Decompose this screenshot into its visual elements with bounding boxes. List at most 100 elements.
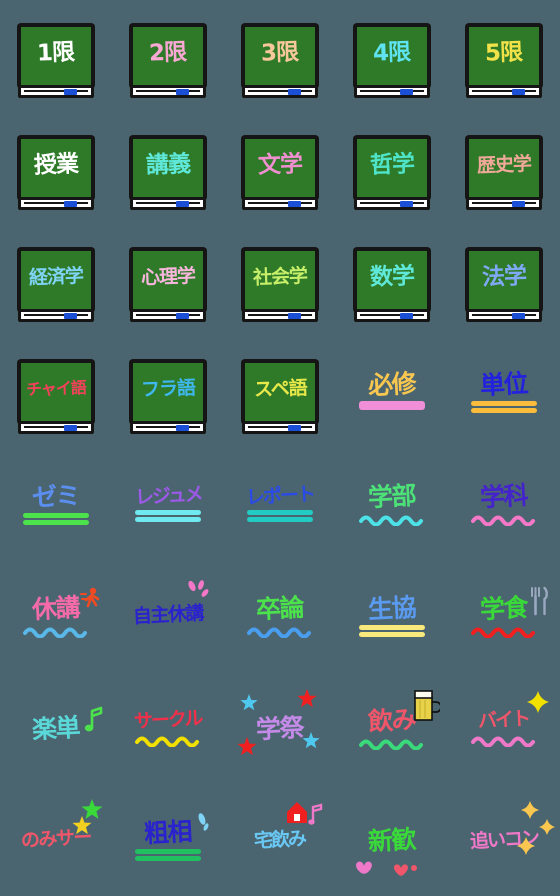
sticker-farewell-party[interactable]: 追いコン xyxy=(448,784,560,896)
chalk-tray xyxy=(18,309,94,322)
text-sticker: 休講 xyxy=(12,572,100,660)
chalk-text: 哲学 xyxy=(369,150,415,179)
eraser-icon xyxy=(512,312,525,319)
sticker-sociology[interactable]: 社会学 xyxy=(224,224,336,336)
sticker-text: 卒論 xyxy=(255,592,305,624)
chalk-tray xyxy=(18,197,94,210)
text-sticker: 自主休講 xyxy=(124,572,212,660)
sticker-inner: 生協 xyxy=(348,572,436,660)
sticker-text: 自主休講 xyxy=(132,602,204,628)
sticker-class-cancelled[interactable]: 休講 xyxy=(0,560,112,672)
sticker-french-language[interactable]: フラ語 xyxy=(112,336,224,448)
sticker-inner: のみサー xyxy=(12,796,103,884)
sticker-required-course[interactable]: 必修 xyxy=(336,336,448,448)
chalkboard: 心理学 xyxy=(130,248,206,322)
sticker-text: 必修 xyxy=(367,368,417,400)
sticker-chinese-language[interactable]: チャイ語 xyxy=(0,336,112,448)
text-sticker: 宅飲み xyxy=(236,796,324,884)
chalk-tray xyxy=(18,85,94,98)
sticker-literature[interactable]: 文学 xyxy=(224,112,336,224)
sticker-text: 新歓 xyxy=(367,824,417,856)
sticker-co-op[interactable]: 生協 xyxy=(336,560,448,672)
sticker-welcome-party[interactable]: 新歓 xyxy=(336,784,448,896)
eraser-icon xyxy=(400,312,413,319)
sticker-club[interactable]: サークル xyxy=(112,672,224,784)
sticker-psychology[interactable]: 心理学 xyxy=(112,224,224,336)
eraser-icon xyxy=(64,424,77,431)
chalkboard: 文学 xyxy=(242,136,318,210)
sticker-blunder[interactable]: 粗相 xyxy=(112,784,224,896)
sticker-text: 飲み xyxy=(367,704,417,736)
sticker-part-time-job[interactable]: バイト xyxy=(448,672,560,784)
sticker-report[interactable]: レポート xyxy=(224,448,336,560)
eraser-icon xyxy=(64,200,77,207)
sticker-home-drinking[interactable]: 宅飲み xyxy=(224,784,336,896)
sticker-self-cancelled-class[interactable]: 自主休講 xyxy=(112,560,224,672)
sticker-history[interactable]: 歴史学 xyxy=(448,112,560,224)
chalk-tray xyxy=(354,85,430,98)
sticker-faculty[interactable]: 学部 xyxy=(336,448,448,560)
sticker-inner: 自主休講 xyxy=(124,572,212,660)
sticker-inner: 哲学 xyxy=(348,124,436,212)
sticker-text: 生協 xyxy=(367,592,417,624)
sticker-text: 追いコン xyxy=(469,826,539,853)
chalk-tray xyxy=(354,309,430,322)
chalk-text: 社会学 xyxy=(252,264,308,289)
underline-wave xyxy=(359,737,425,750)
text-sticker: 学部 xyxy=(348,460,436,548)
text-sticker: 追いコン xyxy=(460,796,555,884)
sticker-philosophy[interactable]: 哲学 xyxy=(336,112,448,224)
sticker-seminar[interactable]: ゼミ xyxy=(0,448,112,560)
sticker-drinking-party[interactable]: 飲み xyxy=(336,672,448,784)
sticker-inner: 学科 xyxy=(460,460,548,548)
sticker-easy-credit[interactable]: 楽単 xyxy=(0,672,112,784)
chalk-tray xyxy=(354,197,430,210)
sticker-period-2[interactable]: 2限 xyxy=(112,0,224,112)
underline-bar xyxy=(359,400,425,413)
sticker-department[interactable]: 学科 xyxy=(448,448,560,560)
sticker-law[interactable]: 法学 xyxy=(448,224,560,336)
sticker-spanish-language[interactable]: スペ語 xyxy=(224,336,336,448)
chalk-text: 文学 xyxy=(257,150,303,179)
sticker-cafeteria[interactable]: 学食 xyxy=(448,560,560,672)
sticker-inner: 単位 xyxy=(460,348,548,436)
sticker-inner: 3限 xyxy=(236,12,324,100)
chalkboard: チャイ語 xyxy=(18,360,94,434)
text-sticker: レポート xyxy=(236,460,324,548)
sticker-drinking-circle[interactable]: のみサー xyxy=(0,784,112,896)
sticker-graduation-thesis[interactable]: 卒論 xyxy=(224,560,336,672)
sticker-lecture[interactable]: 講義 xyxy=(112,112,224,224)
sticker-period-3[interactable]: 3限 xyxy=(224,0,336,112)
chalk-tray xyxy=(130,197,206,210)
chalkboard: スペ語 xyxy=(242,360,318,434)
sticker-inner: 卒論 xyxy=(236,572,324,660)
sticker-inner: 経済学 xyxy=(12,236,100,324)
sticker-inner: 宅飲み xyxy=(236,796,324,884)
sticker-period-5[interactable]: 5限 xyxy=(448,0,560,112)
sticker-inner: 数学 xyxy=(348,236,436,324)
sticker-credits[interactable]: 単位 xyxy=(448,336,560,448)
sticker-text: サークル xyxy=(133,706,203,733)
sticker-text: 学祭 xyxy=(255,712,305,744)
sticker-text: レポート xyxy=(245,482,315,509)
text-sticker: 粗相 xyxy=(124,796,212,884)
eraser-icon xyxy=(288,88,301,95)
underline-bar xyxy=(135,848,201,861)
chalk-text: 数学 xyxy=(369,262,415,291)
text-sticker: 卒論 xyxy=(236,572,324,660)
running-person-icon xyxy=(80,586,102,614)
sticker-economics[interactable]: 経済学 xyxy=(0,224,112,336)
chalk-tray xyxy=(18,421,94,434)
sticker-inner: 歴史学 xyxy=(460,124,548,212)
sticker-period-1[interactable]: 1限 xyxy=(0,0,112,112)
chalk-text: 法学 xyxy=(481,262,527,291)
sparkle-yellow-icon xyxy=(526,690,550,718)
text-sticker: 生協 xyxy=(348,572,436,660)
sticker-inner: 2限 xyxy=(124,12,212,100)
sticker-class[interactable]: 授業 xyxy=(0,112,112,224)
sticker-school-festival[interactable]: 学祭 xyxy=(224,672,336,784)
sticker-handout[interactable]: レジュメ xyxy=(112,448,224,560)
sticker-period-4[interactable]: 4限 xyxy=(336,0,448,112)
sticker-mathematics[interactable]: 数学 xyxy=(336,224,448,336)
eraser-icon xyxy=(176,312,189,319)
